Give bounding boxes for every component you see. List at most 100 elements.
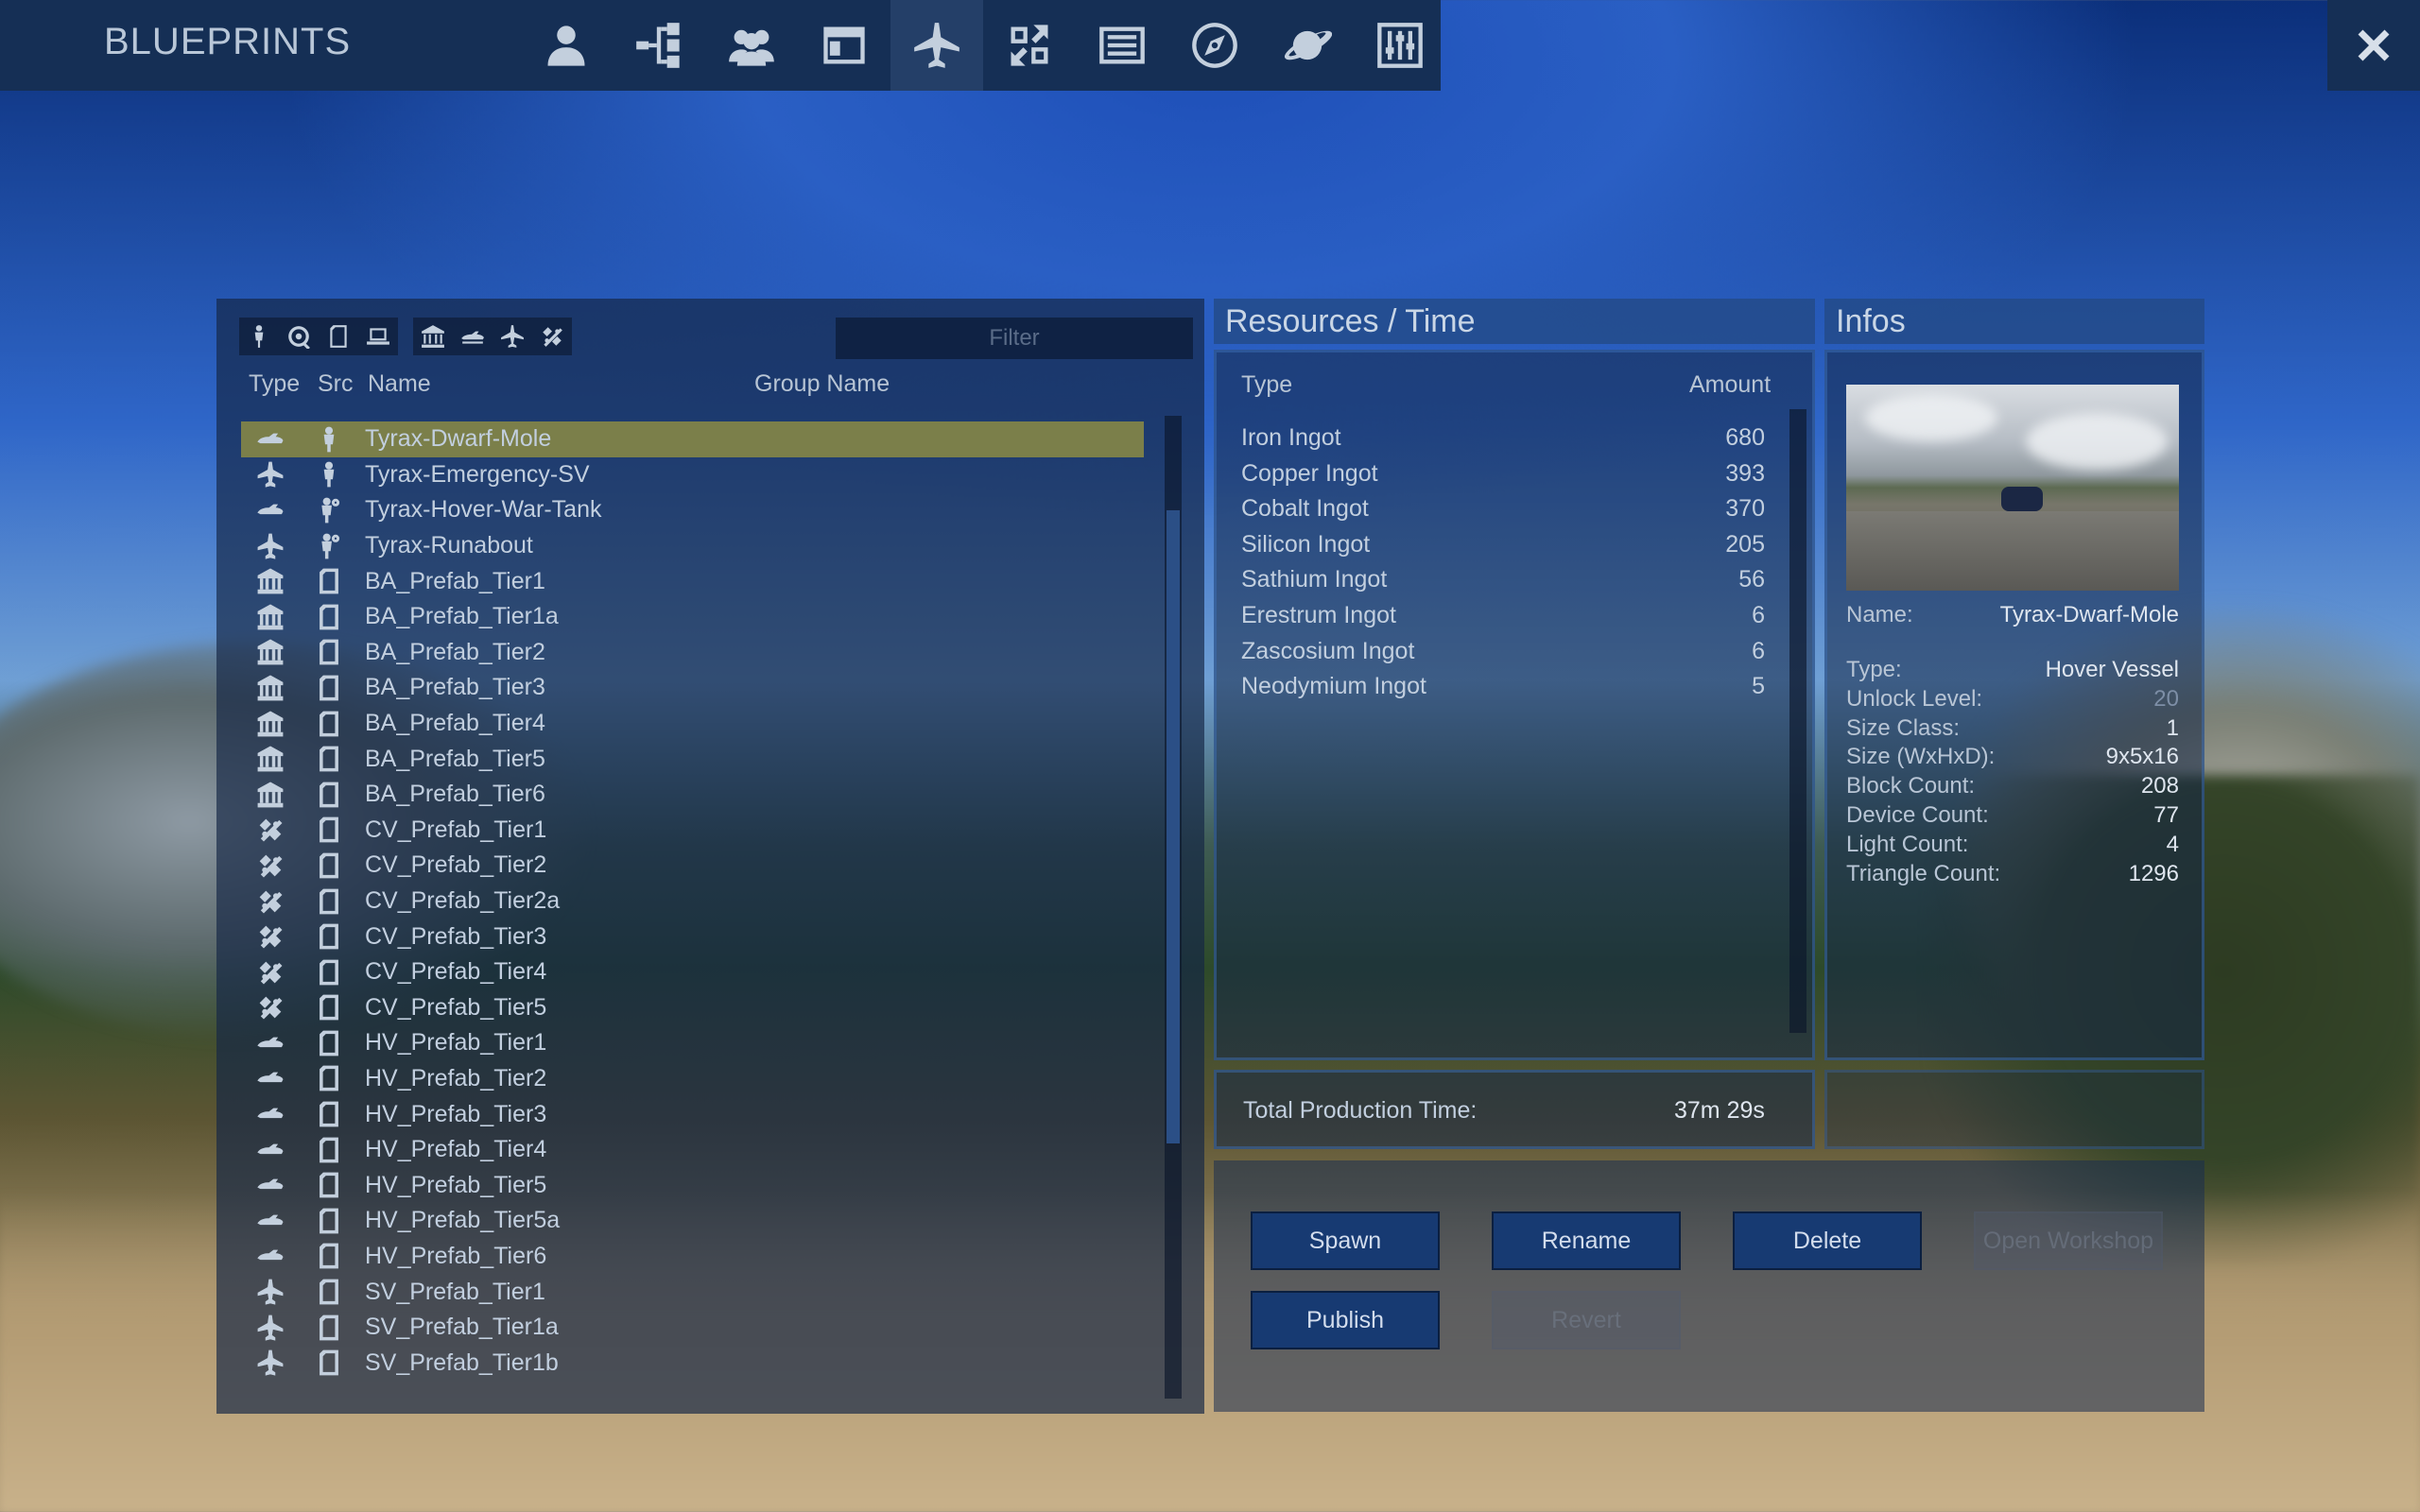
blueprint-row[interactable]: BA_Prefab_Tier4 — [241, 706, 1144, 742]
blueprint-row[interactable]: CV_Prefab_Tier2 — [241, 848, 1144, 884]
nav-planet[interactable] — [1261, 0, 1354, 91]
blueprint-row[interactable]: CV_Prefab_Tier4 — [241, 954, 1144, 990]
production-time-value: 37m 29s — [1674, 1097, 1765, 1124]
filter-input[interactable] — [836, 318, 1193, 359]
blueprint-row[interactable]: HV_Prefab_Tier6 — [241, 1239, 1144, 1275]
filter-player-src[interactable] — [239, 318, 279, 355]
filter-local-src[interactable] — [358, 318, 398, 355]
blueprint-row[interactable]: BA_Prefab_Tier1 — [241, 563, 1144, 599]
rename-button[interactable]: Rename — [1492, 1211, 1681, 1270]
small-vessel-icon — [501, 325, 524, 348]
blueprint-name: HV_Prefab_Tier3 — [365, 1100, 547, 1127]
info-field-value: 208 — [2140, 773, 2179, 799]
publish-button[interactable]: Publish — [1251, 1291, 1440, 1349]
blueprint-row[interactable]: CV_Prefab_Tier3 — [241, 919, 1144, 954]
blueprint-row[interactable]: BA_Prefab_Tier5 — [241, 741, 1144, 777]
resource-row: Sathium Ingot 56 — [1241, 562, 1771, 598]
nav-settings[interactable] — [1354, 0, 1446, 91]
blueprint-name: HV_Prefab_Tier2 — [365, 1064, 547, 1091]
resource-type: Iron Ingot — [1241, 424, 1341, 451]
close-button[interactable] — [2327, 0, 2420, 91]
blueprint-row[interactable]: HV_Prefab_Tier1 — [241, 1025, 1144, 1061]
column-header-name[interactable]: Name — [368, 370, 431, 398]
column-header-type[interactable]: Type — [249, 370, 300, 398]
info-field-label: Size (WxHxD): — [1846, 744, 1996, 770]
file-src-icon — [313, 816, 345, 844]
blueprint-name: HV_Prefab_Tier6 — [365, 1242, 547, 1269]
blueprint-row[interactable]: CV_Prefab_Tier2a — [241, 884, 1144, 919]
file-src-icon — [313, 1029, 345, 1057]
nav-faction[interactable] — [705, 0, 798, 91]
info-footer-panel — [1824, 1070, 2204, 1149]
preview-cloud — [2026, 413, 2168, 470]
resources-header: Resources / Time — [1214, 299, 1815, 344]
blueprint-row[interactable]: BA_Prefab_Tier1a — [241, 599, 1144, 635]
nav-window[interactable] — [798, 0, 890, 91]
filter-workshop-src[interactable] — [279, 318, 319, 355]
blueprint-row[interactable]: BA_Prefab_Tier6 — [241, 777, 1144, 813]
blueprint-row[interactable]: CV_Prefab_Tier1 — [241, 813, 1144, 849]
player-src-icon — [313, 425, 345, 454]
nav-compass[interactable] — [1168, 0, 1261, 91]
nav-exchange[interactable] — [983, 0, 1076, 91]
resources-scrollbar[interactable] — [1789, 409, 1806, 1033]
small-vessel-icon — [254, 460, 286, 489]
blueprint-list-scrollbar[interactable] — [1165, 416, 1182, 1399]
info-field-label: Type: — [1846, 657, 1902, 682]
main-nav — [520, 0, 1446, 91]
info-field-value: 4 — [2166, 831, 2179, 857]
blueprint-row[interactable]: SV_Prefab_Tier1 — [241, 1274, 1144, 1310]
blueprint-row[interactable]: HV_Prefab_Tier2 — [241, 1061, 1144, 1097]
column-header-src[interactable]: Src — [318, 370, 354, 398]
blueprint-name: CV_Prefab_Tier1 — [365, 816, 547, 843]
filter-base-type[interactable] — [413, 318, 453, 355]
resource-type: Silicon Ingot — [1241, 530, 1371, 558]
info-name-value: Tyrax-Dwarf-Mole — [1999, 602, 2179, 627]
blueprint-row[interactable]: HV_Prefab_Tier5 — [241, 1167, 1144, 1203]
resource-amount: 56 — [1738, 566, 1765, 593]
blueprint-row[interactable]: HV_Prefab_Tier5a — [241, 1203, 1144, 1239]
blueprint-row[interactable]: BA_Prefab_Tier3 — [241, 670, 1144, 706]
blueprint-name: BA_Prefab_Tier6 — [365, 781, 545, 808]
blueprint-row[interactable]: BA_Prefab_Tier2 — [241, 635, 1144, 671]
info-field-row: Size Class: 1 — [1846, 715, 2179, 742]
resource-amount: 370 — [1725, 495, 1765, 523]
blueprint-row[interactable]: HV_Prefab_Tier4 — [241, 1132, 1144, 1168]
capital-vessel-icon — [254, 993, 286, 1022]
blueprint-row[interactable]: HV_Prefab_Tier3 — [241, 1096, 1144, 1132]
preview-landing-pad — [1846, 511, 2179, 591]
resource-amount: 205 — [1725, 530, 1765, 558]
blueprint-row[interactable]: Tyrax-Dwarf-Mole — [241, 421, 1144, 457]
file-src-icon — [313, 1349, 345, 1377]
base-icon — [254, 638, 286, 666]
infos-header: Infos — [1824, 299, 2204, 344]
filter-hover-vessel-type[interactable] — [453, 318, 493, 355]
column-header-group-name[interactable]: Group Name — [754, 370, 890, 398]
spawn-button[interactable]: Spawn — [1251, 1211, 1440, 1270]
blueprint-row[interactable]: Tyrax-Emergency-SV — [241, 457, 1144, 493]
blueprint-name: BA_Prefab_Tier4 — [365, 710, 545, 737]
nav-tech-tree[interactable] — [613, 0, 705, 91]
nav-blueprints[interactable] — [890, 0, 983, 91]
base-icon — [254, 567, 286, 595]
filter-small-vessel-type[interactable] — [493, 318, 532, 355]
info-field-value: 20 — [2153, 685, 2179, 712]
blueprint-row[interactable]: Tyrax-Runabout — [241, 528, 1144, 564]
revert-button[interactable]: Revert — [1492, 1291, 1681, 1349]
nav-list[interactable] — [1076, 0, 1168, 91]
delete-button[interactable]: Delete — [1733, 1211, 1922, 1270]
hover-vessel-icon — [254, 1171, 286, 1199]
blueprint-name: HV_Prefab_Tier1 — [365, 1029, 547, 1057]
blueprint-row[interactable]: SV_Prefab_Tier1b — [241, 1345, 1144, 1381]
blueprint-row[interactable]: Tyrax-Hover-War-Tank — [241, 492, 1144, 528]
resource-type: Sathium Ingot — [1241, 566, 1388, 593]
filter-capital-vessel-type[interactable] — [532, 318, 572, 355]
nav-player[interactable] — [520, 0, 613, 91]
filter-file-src[interactable] — [319, 318, 358, 355]
blueprint-list-scroll-thumb[interactable] — [1167, 510, 1180, 1143]
blueprint-row[interactable]: SV_Prefab_Tier1a — [241, 1310, 1144, 1346]
open-workshop-button[interactable]: Open Workshop — [1974, 1211, 2163, 1270]
blueprint-preview-image — [1846, 385, 2179, 591]
blueprint-row[interactable]: CV_Prefab_Tier5 — [241, 990, 1144, 1026]
base-icon — [254, 710, 286, 738]
